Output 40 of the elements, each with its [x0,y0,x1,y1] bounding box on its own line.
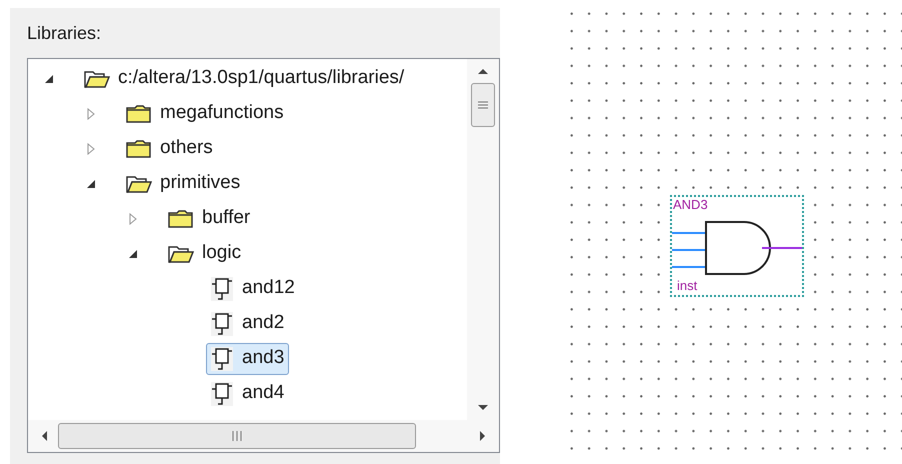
tree-item[interactable]: logic [164,238,246,270]
tree-item[interactable]: others [122,132,218,164]
symbol-icon [210,380,234,406]
scroll-up-icon[interactable] [477,67,489,75]
tree-item[interactable]: megafunctions [122,98,289,130]
collapsed-arrow-icon[interactable] [128,212,138,224]
vertical-scrollbar[interactable] [467,59,499,420]
symbol-icon [210,346,234,372]
folder-icon [126,104,152,124]
open-folder-icon [168,244,194,264]
symbol-name: AND3 [673,196,708,214]
scroll-thumb[interactable] [471,83,495,127]
instance-name: inst [677,276,698,294]
collapsed-arrow-icon[interactable] [86,108,96,120]
scroll-thumb[interactable] [58,423,416,449]
expanded-arrow-icon[interactable] [128,248,138,260]
expanded-arrow-icon[interactable] [44,72,54,84]
folder-icon [126,138,152,158]
tree-item[interactable]: and12 [206,272,300,304]
folder-icon [168,208,194,228]
expanded-arrow-icon[interactable] [86,178,96,190]
tree-item[interactable]: c:/altera/13.0sp1/quartus/libraries/ [80,62,410,94]
tree-item[interactable]: and2 [206,308,290,340]
grip-icon [230,430,244,442]
tree-item[interactable]: and3 [206,342,290,374]
symbol-icon [210,276,234,302]
tree-item[interactable]: buffer [164,202,256,234]
and-gate-symbol[interactable]: AND3 inst [670,195,804,297]
open-folder-icon [126,174,152,194]
scroll-left-icon[interactable] [40,430,48,442]
scroll-right-icon[interactable] [479,430,487,442]
scroll-down-icon[interactable] [477,404,489,412]
horizontal-scrollbar[interactable] [28,420,499,452]
tree-item[interactable]: primitives [122,168,246,200]
symbol-icon [210,310,234,336]
collapsed-arrow-icon[interactable] [86,142,96,154]
open-folder-icon [84,68,110,88]
libraries-label: Libraries: [27,22,102,45]
tree-item[interactable]: and4 [206,378,290,410]
grip-icon [477,100,489,110]
